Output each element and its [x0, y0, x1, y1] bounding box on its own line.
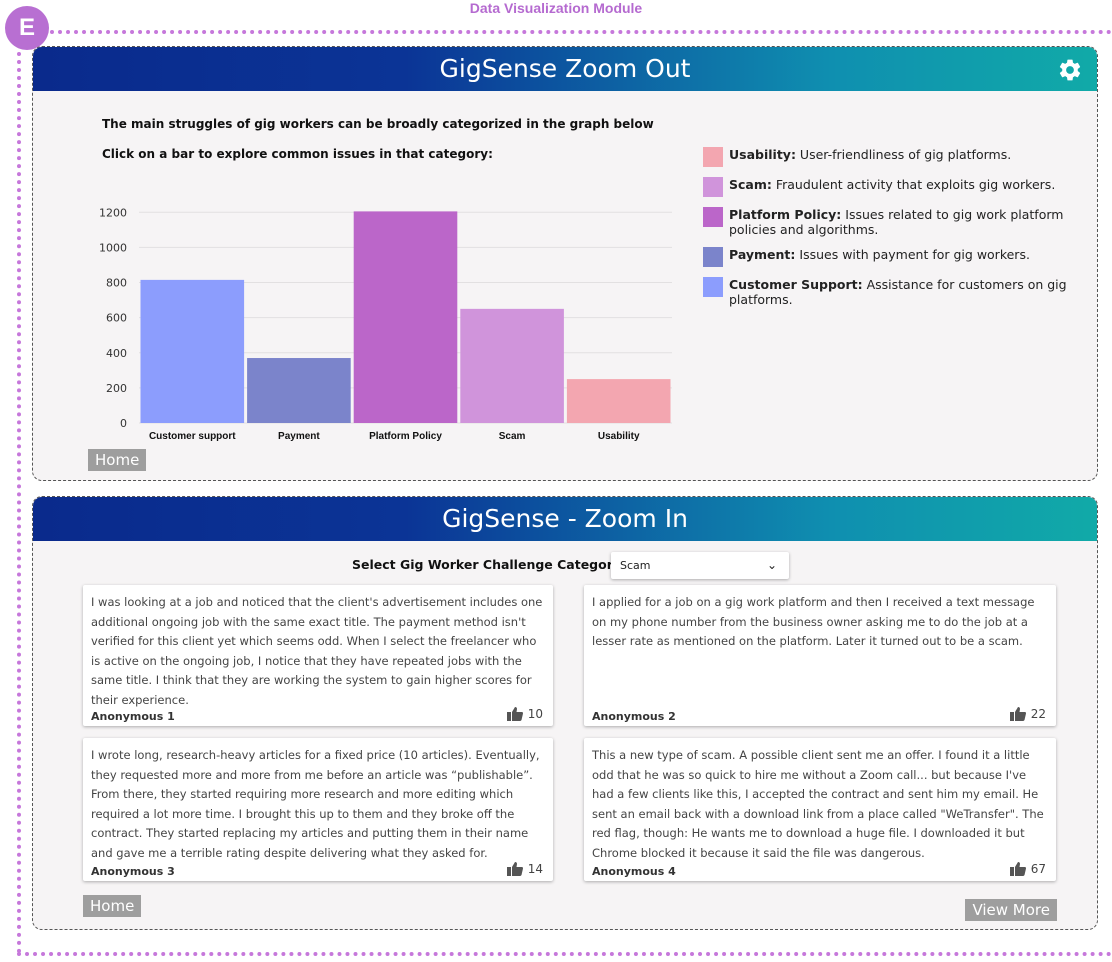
post-text: I applied for a job on a gig work platfo…: [592, 595, 1035, 648]
view-more-button[interactable]: View More: [965, 899, 1057, 921]
post-text: This a new type of scam. A possible clie…: [592, 748, 1044, 860]
x-tick-label: Scam: [499, 431, 526, 442]
thumbs-up-icon: [506, 862, 523, 876]
y-tick-label: 600: [106, 312, 127, 325]
bar-scam[interactable]: [460, 308, 564, 423]
legend-desc: Fraudulent activity that exploits gig wo…: [771, 177, 1056, 192]
x-tick-label: Customer support: [149, 431, 236, 442]
bar-customer-support[interactable]: [140, 279, 245, 423]
post-text: I was looking at a job and noticed that …: [91, 595, 543, 707]
legend-swatch: [703, 277, 723, 297]
legend-swatch: [703, 147, 723, 167]
zoom-out-title: GigSense Zoom Out: [439, 54, 691, 83]
legend-name: Customer Support:: [729, 277, 863, 292]
x-tick-label: Payment: [278, 431, 320, 442]
x-tick-label: Usability: [598, 431, 640, 442]
zoom-out-header: GigSense Zoom Out: [33, 47, 1097, 91]
like-counter[interactable]: 22: [1009, 707, 1046, 721]
post-card: I was looking at a job and noticed that …: [83, 585, 553, 726]
bar-payment[interactable]: [247, 358, 351, 423]
category-bar-chart: 0 200 400 600 800 1000 1200 Customer support Pay…: [87, 199, 697, 449]
bar-platform-policy[interactable]: [353, 211, 458, 423]
legend-desc: User-friendliness of gig platforms.: [795, 147, 1012, 162]
category-select-value: Scam: [620, 559, 651, 572]
like-counter[interactable]: 67: [1009, 862, 1046, 876]
like-count: 10: [527, 707, 543, 721]
module-border-left: [17, 52, 21, 954]
legend-text: Customer Support: Assistance for custome…: [729, 277, 1083, 307]
thumbs-up-icon: [1009, 707, 1026, 721]
module-border-bottom: [17, 952, 1112, 956]
zoom-out-instruction: Click on a bar to explore common issues …: [102, 147, 493, 161]
legend-text: Platform Policy: Issues related to gig w…: [729, 207, 1083, 237]
y-tick-label: 800: [106, 277, 127, 290]
chart-legend: Usability: User-friendliness of gig plat…: [703, 147, 1083, 317]
zoom-in-header: GigSense - Zoom In: [33, 497, 1097, 541]
post-card: I applied for a job on a gig work platfo…: [584, 585, 1056, 726]
legend-text: Payment: Issues with payment for gig wor…: [729, 247, 1030, 262]
legend-item: Payment: Issues with payment for gig wor…: [703, 247, 1083, 267]
zoom-in-panel: GigSense - Zoom In Select Gig Worker Cha…: [32, 496, 1098, 930]
legend-desc: Issues with payment for gig workers.: [795, 247, 1030, 262]
chevron-down-icon: ⌄: [766, 558, 777, 572]
module-title: Data Visualization Module: [469, 0, 643, 16]
post-card: I wrote long, research-heavy articles fo…: [83, 738, 553, 881]
like-counter[interactable]: 10: [506, 707, 543, 721]
like-counter[interactable]: 14: [506, 862, 543, 876]
legend-text: Scam: Fraudulent activity that exploits …: [729, 177, 1055, 192]
legend-swatch: [703, 177, 723, 197]
legend-item: Customer Support: Assistance for custome…: [703, 277, 1083, 307]
y-tick-label: 1000: [99, 241, 127, 254]
post-text: I wrote long, research-heavy articles fo…: [91, 748, 540, 860]
thumbs-up-icon: [1009, 862, 1026, 876]
y-tick-label: 0: [120, 417, 127, 430]
legend-item: Scam: Fraudulent activity that exploits …: [703, 177, 1083, 197]
section-badge: E: [5, 6, 49, 50]
x-tick-label: Platform Policy: [369, 431, 442, 442]
home-button[interactable]: Home: [83, 895, 142, 917]
y-tick-label: 400: [106, 347, 127, 360]
category-select-label: Select Gig Worker Challenge Category:: [352, 557, 627, 572]
zoom-in-title: GigSense - Zoom In: [442, 504, 688, 533]
y-tick-label: 1200: [99, 206, 127, 219]
module-border-top: [50, 30, 1112, 34]
bar-usability[interactable]: [566, 379, 671, 423]
like-count: 14: [527, 862, 543, 876]
legend-text: Usability: User-friendliness of gig plat…: [729, 147, 1011, 162]
category-select[interactable]: Scam ⌄: [611, 552, 789, 579]
legend-item: Usability: User-friendliness of gig plat…: [703, 147, 1083, 167]
post-author: Anonymous 1: [91, 710, 175, 723]
legend-name: Scam:: [729, 177, 772, 192]
y-tick-label: 200: [106, 382, 127, 395]
legend-name: Usability:: [729, 147, 796, 162]
post-author: Anonymous 2: [592, 710, 676, 723]
thumbs-up-icon: [506, 707, 523, 721]
legend-swatch: [703, 247, 723, 267]
like-count: 67: [1030, 862, 1046, 876]
post-card: This a new type of scam. A possible clie…: [584, 738, 1056, 881]
bar-chart-svg: 0 200 400 600 800 1000 1200 Customer support Pay…: [99, 206, 672, 442]
post-author: Anonymous 4: [592, 865, 676, 878]
gear-icon[interactable]: [1057, 57, 1083, 83]
zoom-out-intro: The main struggles of gig workers can be…: [102, 117, 654, 131]
like-count: 22: [1030, 707, 1046, 721]
legend-item: Platform Policy: Issues related to gig w…: [703, 207, 1083, 237]
legend-swatch: [703, 207, 723, 227]
home-button[interactable]: Home: [88, 449, 147, 471]
legend-name: Payment:: [729, 247, 796, 262]
zoom-out-panel: GigSense Zoom Out The main struggles of …: [32, 46, 1098, 481]
legend-name: Platform Policy:: [729, 207, 842, 222]
post-author: Anonymous 3: [91, 865, 175, 878]
